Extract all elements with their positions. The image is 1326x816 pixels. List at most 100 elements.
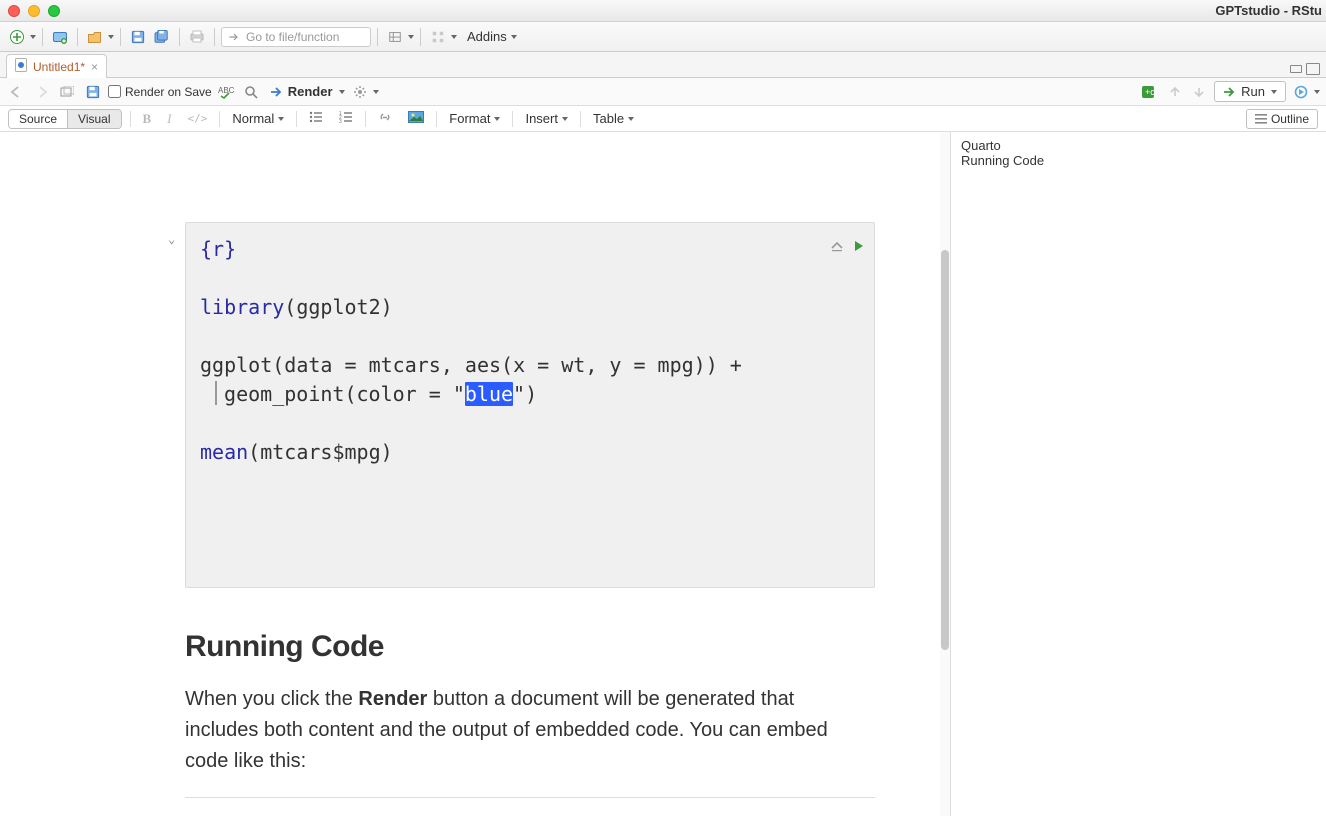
mode-switch[interactable]: Source Visual <box>8 109 122 129</box>
open-file-icon[interactable] <box>84 26 106 48</box>
publish-menu-chevron-icon[interactable] <box>1314 90 1320 94</box>
goto-arrow-icon <box>228 31 240 43</box>
find-icon[interactable] <box>240 81 262 103</box>
close-window-icon[interactable] <box>8 5 20 17</box>
scrollbar-thumb[interactable] <box>941 250 949 650</box>
go-next-chunk-icon[interactable] <box>1188 81 1210 103</box>
back-icon[interactable] <box>6 81 28 103</box>
new-file-icon[interactable] <box>6 26 28 48</box>
svg-text:+c: +c <box>1145 87 1155 97</box>
chunk-run-icon[interactable] <box>854 231 864 260</box>
minimize-window-icon[interactable] <box>28 5 40 17</box>
format-chevron-icon <box>494 117 500 121</box>
goto-file-input[interactable]: Go to file/function <box>221 27 371 47</box>
tools-menu-chevron-icon[interactable] <box>408 35 414 39</box>
code-kw-library: library <box>200 295 284 319</box>
zoom-window-icon[interactable] <box>48 5 60 17</box>
insert-chunk-icon[interactable]: +c <box>1138 81 1160 103</box>
document-surface[interactable]: ⌄ {r} library(ggplot2) ggplot(data = mtc… <box>0 132 940 816</box>
tab-label: Untitled1* <box>33 60 85 74</box>
publish-icon[interactable] <box>1290 81 1312 103</box>
mode-visual[interactable]: Visual <box>67 110 120 128</box>
run-button[interactable]: Run <box>1214 81 1286 102</box>
save-icon[interactable] <box>127 26 149 48</box>
outline-icon <box>1255 114 1267 124</box>
render-on-save-checkbox[interactable]: Render on Save <box>108 85 212 99</box>
spellcheck-icon[interactable]: ABC <box>216 81 238 103</box>
code-text: geom_point(color = " <box>224 382 465 406</box>
block-type-label: Normal <box>232 111 274 126</box>
format-menu[interactable]: Format <box>445 111 504 126</box>
image-icon[interactable] <box>404 111 428 126</box>
insert-menu[interactable]: Insert <box>521 111 572 126</box>
outline-item-running-code[interactable]: Running Code <box>961 153 1316 168</box>
quarto-doc-icon <box>15 58 27 75</box>
fold-chunk-icon[interactable]: ⌄ <box>168 231 175 248</box>
code-text: ") <box>513 382 537 406</box>
grid-icon[interactable] <box>427 26 449 48</box>
bold-button[interactable]: B <box>139 111 156 127</box>
settings-menu-chevron-icon[interactable] <box>373 90 379 94</box>
code-text: (mtcars$mpg) <box>248 440 393 464</box>
outline-label: Outline <box>1271 112 1309 126</box>
outline-toggle-button[interactable]: Outline <box>1246 109 1318 129</box>
print-icon[interactable] <box>186 26 208 48</box>
pane-minimize-icon[interactable] <box>1290 65 1302 73</box>
insert-chevron-icon <box>562 117 568 121</box>
new-project-icon[interactable] <box>49 26 71 48</box>
save-doc-icon[interactable] <box>82 81 104 103</box>
para-prefix: When you click the <box>185 688 358 710</box>
goto-file-placeholder: Go to file/function <box>246 30 339 44</box>
document-tabs-bar: Untitled1* × <box>0 52 1326 78</box>
run-label: Run <box>1241 84 1265 99</box>
chunk-lang: {r} <box>200 237 236 261</box>
chunk-run-above-icon[interactable] <box>830 231 844 260</box>
forward-icon[interactable] <box>30 81 52 103</box>
bullet-list-icon[interactable] <box>305 111 327 126</box>
run-menu-chevron-icon <box>1271 90 1277 94</box>
tab-untitled1[interactable]: Untitled1* × <box>6 54 107 78</box>
show-in-new-window-icon[interactable] <box>56 81 78 103</box>
render-label: Render <box>288 84 333 99</box>
new-file-menu-chevron-icon[interactable] <box>30 35 36 39</box>
render-on-save-label: Render on Save <box>125 85 212 99</box>
outline-item-quarto[interactable]: Quarto <box>961 138 1316 153</box>
run-arrow-icon <box>1223 86 1235 98</box>
code-text: (ggplot2) <box>284 295 392 319</box>
italic-button[interactable]: I <box>163 111 175 127</box>
open-file-menu-chevron-icon[interactable] <box>108 35 114 39</box>
svg-text:ABC: ABC <box>218 86 235 95</box>
table-menu[interactable]: Table <box>589 111 638 126</box>
go-prev-chunk-icon[interactable] <box>1164 81 1186 103</box>
block-type-chevron-icon <box>278 117 284 121</box>
pane-layout-controls <box>1290 63 1320 77</box>
settings-gear-icon[interactable] <box>349 81 371 103</box>
selected-text[interactable]: blue <box>465 382 513 406</box>
render-on-save-input[interactable] <box>108 85 121 98</box>
render-arrow-icon <box>270 86 284 98</box>
grid-menu-chevron-icon[interactable] <box>451 35 457 39</box>
editor-toolbar-b: Source Visual B I </> Normal 123 Format … <box>0 106 1326 132</box>
code-button[interactable]: </> <box>184 112 212 125</box>
addins-chevron-icon <box>511 35 517 39</box>
addins-menu[interactable]: Addins <box>459 27 525 47</box>
body-paragraph[interactable]: When you click the Render button a docum… <box>185 684 865 777</box>
content-split: ⌄ {r} library(ggplot2) ggplot(data = mtc… <box>0 132 1326 816</box>
save-all-icon[interactable] <box>151 26 173 48</box>
render-menu-chevron-icon[interactable] <box>339 90 345 94</box>
numbered-list-icon[interactable]: 123 <box>335 111 357 126</box>
code-chunk[interactable]: ⌄ {r} library(ggplot2) ggplot(data = mtc… <box>185 222 875 588</box>
block-type-dropdown[interactable]: Normal <box>228 111 288 126</box>
close-tab-icon[interactable]: × <box>91 60 98 74</box>
link-icon[interactable] <box>374 111 396 126</box>
pane-maximize-icon[interactable] <box>1306 63 1320 75</box>
code-text: ggplot(data = mtcars, aes(x = wt, y = mp… <box>200 353 742 377</box>
svg-text:3: 3 <box>339 119 342 123</box>
heading-running-code[interactable]: Running Code <box>185 630 875 664</box>
tools-icon[interactable] <box>384 26 406 48</box>
para-bold: Render <box>358 688 427 710</box>
mode-source[interactable]: Source <box>9 110 67 128</box>
main-toolbar: Go to file/function Addins <box>0 22 1326 52</box>
scrollbar[interactable] <box>940 132 950 816</box>
render-button[interactable]: Render <box>266 81 337 103</box>
